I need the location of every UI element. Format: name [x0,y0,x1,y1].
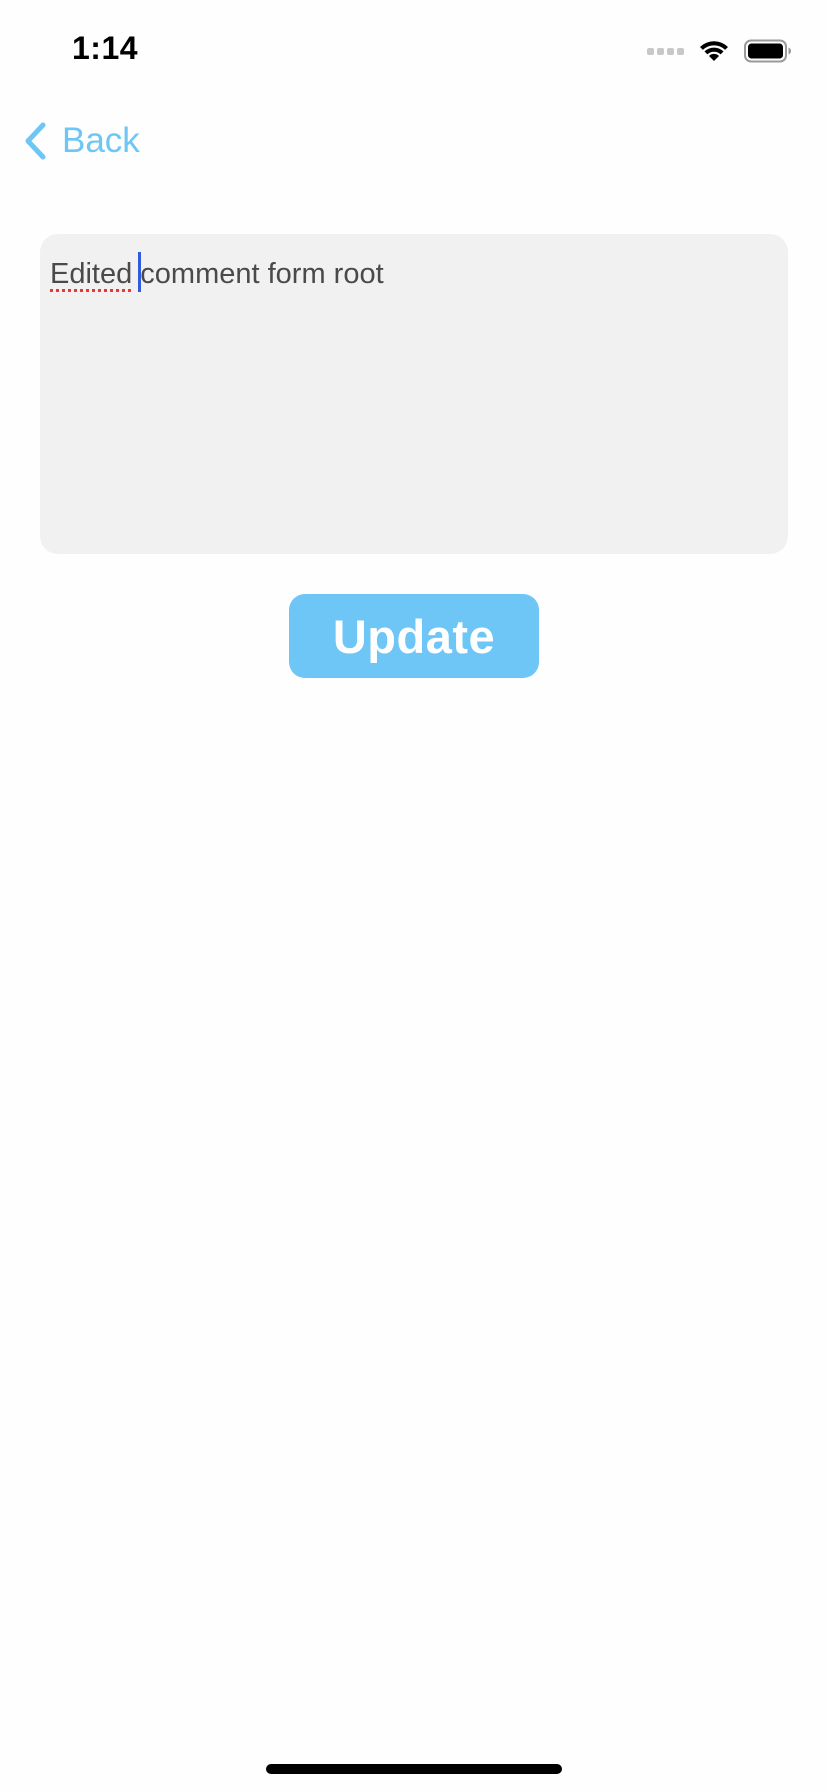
misspelled-word: Edited [50,258,133,290]
status-icons [647,36,792,66]
home-indicator[interactable] [266,1764,562,1774]
status-bar: 1:14 [0,0,828,100]
text-caret [138,252,142,293]
back-button[interactable]: Back [22,118,140,164]
battery-icon [744,39,791,63]
cellular-signal-icon [647,47,684,55]
comment-text-area[interactable]: Edited comment form root [40,234,788,554]
comment-text-rest: comment form root [140,258,384,290]
status-time: 1:14 [72,30,139,66]
chevron-left-icon [25,122,46,160]
screen: 1:14 Back Edited comment form root Updat [0,0,828,1792]
wifi-icon [700,41,728,61]
comment-text: Edited comment form root [50,252,778,295]
back-label: Back [62,121,140,160]
update-button[interactable]: Update [289,594,539,678]
